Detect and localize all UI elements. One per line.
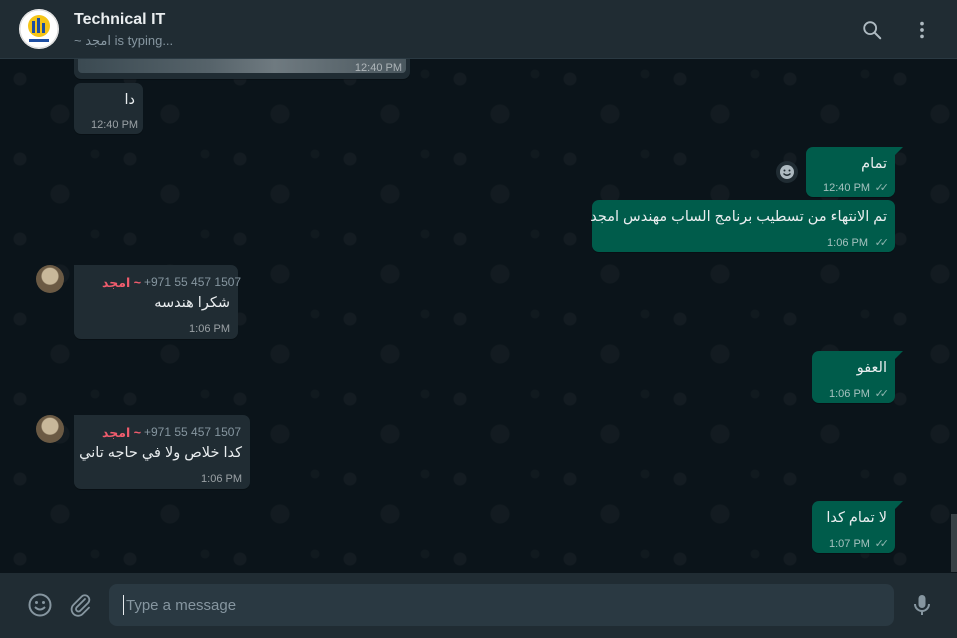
message-time: 1:06 PM [827,237,868,249]
double-check-icon: ✓✓ [874,182,890,194]
sender-name[interactable]: ~ امجد [102,425,141,440]
outgoing-message[interactable]: العفو 1:06 PM ✓✓ [812,351,903,403]
message-time: 12:40 PM [823,182,871,194]
message-text: كدا خلاص ولا في حاجه تاني [79,445,242,461]
chat-header[interactable]: Technical IT ~ امجد is typing... [0,0,957,59]
sender-name[interactable]: ~ امجد [102,275,141,290]
sender-phone: +971 55 457 1507 [144,425,242,439]
double-check-icon: ✓✓ [874,237,890,249]
message-text: لا تمام كدا [826,510,887,526]
incoming-message[interactable]: +971 55 457 1507 ~ امجد كدا خلاص ولا في … [74,415,250,489]
message-text: تمام [861,156,887,172]
message-time: 1:06 PM [189,323,230,335]
incoming-message[interactable]: +971 55 457 1507 ~ امجد شكرا هندسه 1:06 … [74,265,242,339]
outgoing-message[interactable]: لا تمام كدا 1:07 PM ✓✓ [812,501,903,553]
menu-dots-icon[interactable] [911,19,933,41]
outgoing-message[interactable]: تم الانتهاء من تسطيب برنامج الساب مهندس … [590,200,895,252]
media-message[interactable]: 12:40 PM [74,59,410,79]
sender-avatar[interactable] [36,265,64,293]
search-icon[interactable] [861,19,883,41]
sender-avatar[interactable] [36,415,64,443]
message-time: 12:40 PM [354,62,402,74]
message-list[interactable]: 12:40 PM دا 12:40 PM تمام 12:40 PM ✓✓ تم… [0,59,957,573]
message-time: 1:06 PM [829,388,870,400]
chat-scrollbar[interactable] [951,514,957,572]
message-text: تم الانتهاء من تسطيب برنامج الساب مهندس … [590,209,887,225]
text-caret [123,595,124,615]
double-check-icon: ✓✓ [874,538,890,550]
mic-icon[interactable] [909,592,935,618]
double-check-icon: ✓✓ [874,388,890,400]
smiley-react-icon[interactable] [776,161,798,183]
message-input[interactable]: Type a message [109,584,894,626]
outgoing-message[interactable]: تمام 12:40 PM ✓✓ [806,147,903,197]
message-input-placeholder: Type a message [126,597,237,614]
message-time: 1:06 PM [201,473,242,485]
compose-bar: Type a message [0,573,957,638]
message-text: العفو [856,360,887,376]
chat-title[interactable]: Technical IT [74,11,165,29]
incoming-message[interactable]: دا 12:40 PM [74,83,143,134]
sender-phone: +971 55 457 1507 [144,275,242,289]
message-text: دا [124,92,136,108]
attach-icon[interactable] [68,592,94,618]
group-avatar[interactable] [19,9,59,49]
message-text: شكرا هندسه [154,295,230,311]
message-time: 1:07 PM [829,538,870,550]
emoji-icon[interactable] [27,592,53,618]
typing-status: ~ امجد is typing... [74,33,174,48]
group-logo-icon [19,9,59,49]
message-time: 12:40 PM [91,119,139,131]
